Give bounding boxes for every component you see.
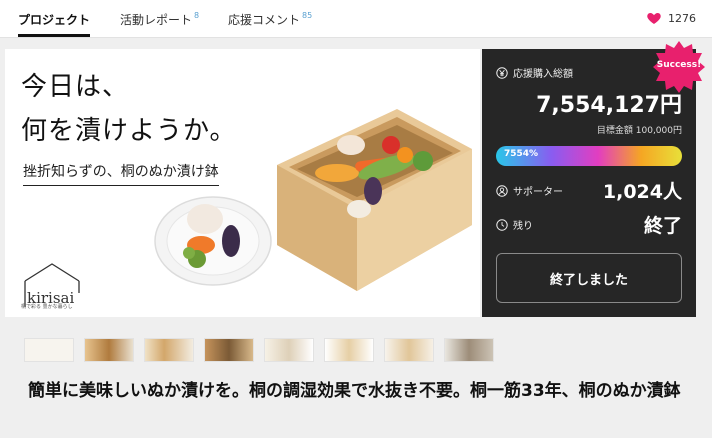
thumbnail[interactable] — [204, 338, 254, 362]
plate-illustration — [154, 196, 272, 286]
wooden-box-illustration — [277, 109, 472, 291]
remaining-row: 残り — [496, 217, 533, 232]
hero-title: 今日は、 何を漬けようか。 — [21, 65, 236, 153]
goal-amount: 目標金額 100,000円 — [596, 126, 682, 136]
progress-bar: 7554% — [496, 146, 682, 166]
tab-activity-report-count: 8 — [194, 11, 200, 20]
thumbnail-strip — [24, 338, 494, 362]
supporters-label: サポーター — [513, 187, 563, 198]
tab-project-label: プロジェクト — [18, 13, 91, 27]
tab-project[interactable]: プロジェクト — [18, 11, 90, 28]
thumbnail[interactable] — [324, 338, 374, 362]
success-badge: Success! — [656, 60, 702, 70]
remaining-value: 終了 — [643, 215, 682, 237]
thumbnail[interactable] — [444, 338, 494, 362]
person-icon — [496, 184, 508, 197]
hero-title-line1: 今日は、 — [21, 72, 130, 102]
tab-support-comments[interactable]: 応援コメント 85 — [228, 11, 312, 28]
thumbnail[interactable] — [84, 338, 134, 362]
progress-label: 7554% — [504, 149, 539, 159]
thumbnail[interactable] — [384, 338, 434, 362]
total-row: 応援購入総額 — [496, 65, 573, 80]
tab-activity-report-label: 活動レポート — [120, 13, 193, 27]
hero-image: 今日は、 何を漬けようか。 挫折知らずの、桐のぬか漬け鉢 kirisai 桐で彩… — [5, 49, 480, 317]
tab-support-comments-label: 応援コメント — [228, 13, 301, 27]
logo-tagline: 桐で彩る 豊かな暮らし — [21, 304, 73, 310]
like-count: 1276 — [668, 11, 696, 25]
thumbnail[interactable] — [24, 338, 74, 362]
tab-support-comments-count: 85 — [302, 11, 313, 20]
like-button[interactable]: 1276 — [646, 10, 696, 26]
remaining-label: 残り — [513, 221, 533, 232]
thumbnail[interactable] — [144, 338, 194, 362]
hero-title-line2: 何を漬けようか。 — [21, 116, 237, 146]
top-nav: プロジェクト 活動レポート 8 応援コメント 85 1276 — [0, 0, 712, 38]
heart-icon — [647, 13, 661, 24]
tab-activity-report[interactable]: 活動レポート 8 — [120, 11, 199, 28]
yen-icon — [496, 66, 508, 79]
supporters-value: 1,024人 — [602, 181, 682, 203]
total-label: 応援購入総額 — [513, 69, 573, 80]
ended-button[interactable]: 終了しました — [496, 253, 682, 303]
clock-icon — [496, 218, 508, 231]
active-tab-indicator — [18, 34, 90, 37]
hero-subtitle: 挫折知らずの、桐のぬか漬け鉢 — [23, 161, 219, 186]
project-title: 簡単に美味しいぬか漬けを。桐の調湿効果で水抜き不要。桐一筋33年、桐のぬか漬鉢 — [28, 381, 681, 401]
thumbnail[interactable] — [264, 338, 314, 362]
supporters-row: サポーター — [496, 183, 563, 198]
